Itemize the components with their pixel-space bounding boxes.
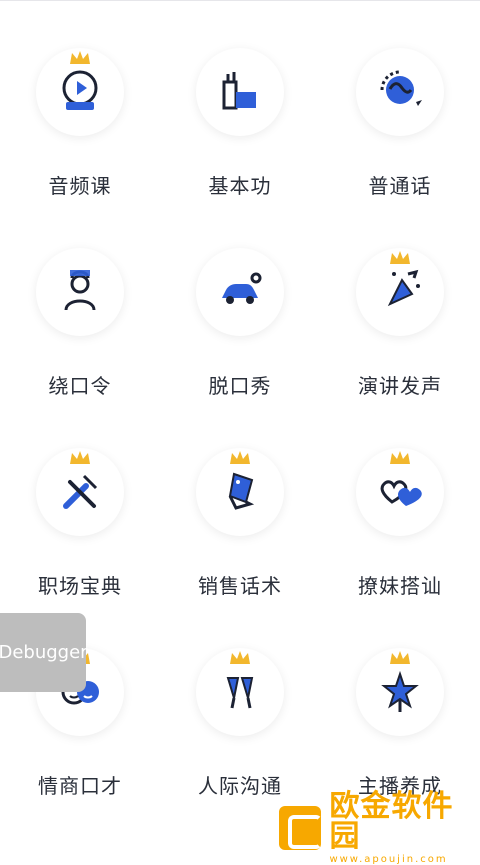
watermark: 欧金软件园 www.apoujin.com (279, 791, 479, 864)
course-icon-circle[interactable] (196, 48, 284, 136)
debugger-button[interactable]: Debugger (0, 613, 88, 692)
course-label: 绕口令 (48, 374, 112, 398)
course-label: 演讲发声 (358, 374, 442, 398)
course-item-talk-show[interactable]: 脱口秀 (160, 200, 320, 400)
crown-icon (70, 451, 90, 464)
party-popper-icon (387, 269, 420, 307)
course-label: 职场宝典 (38, 574, 122, 598)
course-item-audio[interactable]: 音频课 (0, 0, 160, 200)
car-person-icon (222, 272, 262, 304)
course-item-streamer[interactable]: 主播养成 (320, 600, 480, 800)
watermark-text: 欧金软件园 www.apoujin.com (329, 788, 479, 865)
course-label: 销售话术 (198, 574, 282, 598)
course-item-speech[interactable]: 演讲发声 (320, 200, 480, 400)
course-icon-circle[interactable] (356, 48, 444, 136)
course-label: 情商口才 (38, 774, 122, 798)
course-label: 普通话 (368, 174, 432, 198)
course-label: 音频课 (48, 174, 112, 198)
course-label: 人际沟通 (198, 774, 282, 798)
course-item-communication[interactable]: 人际沟通 (160, 600, 320, 800)
course-label: 脱口秀 (208, 374, 272, 398)
course-item-basic[interactable]: 基本功 (160, 0, 320, 200)
crown-icon (390, 251, 410, 264)
price-tag-icon (228, 472, 255, 510)
toast-glasses-icon (226, 677, 254, 709)
course-item-mandarin[interactable]: 普通话 (320, 0, 480, 200)
course-icon-circle[interactable] (36, 248, 124, 336)
crown-icon (70, 51, 90, 64)
crown-icon (230, 451, 250, 464)
watermark-logo-icon (279, 806, 323, 850)
watermark-en: www.apoujin.com (329, 853, 448, 865)
crown-icon (390, 651, 410, 664)
tools-cross-icon (63, 474, 98, 509)
factory-building-icon (222, 72, 256, 110)
debugger-label: Debugger (0, 642, 88, 663)
course-item-flirting[interactable]: 撩妹搭讪 (320, 400, 480, 600)
course-grid: 音频课 基本功 普通话 绕口令 脱口秀 演讲发声 职场宝典 销售话术 撩妹搭讪 … (0, 0, 480, 853)
course-label: 撩妹搭讪 (358, 574, 442, 598)
course-item-workplace[interactable]: 职场宝典 (0, 400, 160, 600)
chef-person-icon (64, 270, 96, 311)
course-item-sales[interactable]: 销售话术 (160, 400, 320, 600)
course-icon-circle[interactable] (196, 248, 284, 336)
star-trophy-icon (381, 670, 419, 712)
watermark-cn: 欧金软件园 (329, 788, 454, 854)
course-item-tongue-twister[interactable]: 绕口令 (0, 200, 160, 400)
two-hearts-icon (380, 480, 422, 506)
audio-lesson-icon (62, 70, 98, 110)
crown-icon (390, 451, 410, 464)
crown-icon (230, 651, 250, 664)
course-label: 基本功 (208, 174, 272, 198)
globe-plane-icon (380, 70, 422, 106)
